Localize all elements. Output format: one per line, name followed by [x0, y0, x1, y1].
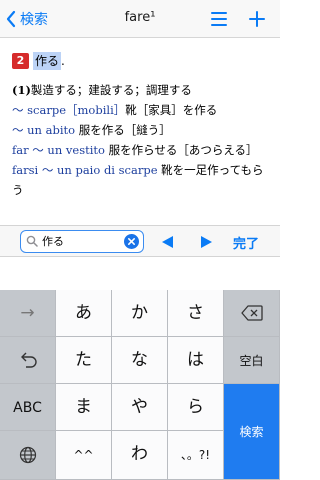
- globe-icon: [19, 446, 36, 464]
- key-ya[interactable]: や: [112, 384, 168, 431]
- arrow-right-icon: →: [20, 303, 35, 323]
- key-backspace[interactable]: [224, 290, 280, 337]
- key-sa[interactable]: さ: [168, 290, 224, 337]
- key-ma[interactable]: ま: [56, 384, 112, 431]
- key-dakuten[interactable]: ^^: [56, 431, 112, 480]
- italian-phrase: far 〜 un vestito: [12, 143, 109, 157]
- key-space[interactable]: 空白: [224, 337, 280, 384]
- key-a[interactable]: あ: [56, 290, 112, 337]
- sense-subnumber: (1): [12, 83, 31, 97]
- hamburger-menu-icon[interactable]: [211, 12, 227, 26]
- key-ra[interactable]: ら: [168, 384, 224, 431]
- abc-label: ABC: [13, 400, 42, 416]
- italian-phrase: 〜 scarpe［mobili］: [12, 103, 126, 117]
- japanese-gloss: 製造する；建設する；調理する: [30, 83, 192, 97]
- navigation-bar: 検索 fare¹: [0, 0, 280, 38]
- clear-icon[interactable]: [124, 234, 139, 249]
- entry-line: 〜 un abito 服を作る［縫う］: [12, 120, 272, 140]
- key-next-candidate[interactable]: →: [0, 290, 56, 337]
- japanese-gloss: 服を作らせる［あつらえる］: [108, 143, 258, 157]
- key-ka[interactable]: か: [112, 290, 168, 337]
- key-ta[interactable]: た: [56, 337, 112, 384]
- sense-heading: 2 作る .: [12, 50, 272, 72]
- key-abc[interactable]: ABC: [0, 384, 56, 431]
- search-icon: [26, 235, 38, 247]
- dakuten-label: ^^: [73, 448, 94, 462]
- key-undo[interactable]: [0, 337, 56, 384]
- italian-phrase: 〜 un abito: [12, 123, 79, 137]
- next-result-icon[interactable]: [200, 234, 214, 248]
- japanese-gloss: 服を作る［縫う］: [78, 123, 171, 137]
- key-globe[interactable]: [0, 431, 56, 480]
- punctuation-label: 、。?!: [180, 448, 211, 462]
- sense-dot: .: [61, 54, 65, 68]
- search-field[interactable]: [20, 230, 144, 253]
- previous-result-icon[interactable]: [160, 234, 174, 248]
- key-punctuation[interactable]: 、。?!: [168, 431, 224, 480]
- entry-line: 〜 scarpe［mobili］靴［家具］を作る: [12, 100, 272, 120]
- italian-phrase: farsi 〜 un paio di scarpe: [12, 163, 162, 177]
- plus-icon[interactable]: [248, 10, 266, 28]
- search-toolbar: 完了: [0, 225, 280, 257]
- japanese-gloss: 靴［家具］を作る: [125, 103, 218, 117]
- sense-number-badge: 2: [12, 53, 29, 69]
- entry-line: farsi 〜 un paio di scarpe 靴を一足作ってもらう: [12, 160, 272, 200]
- key-na[interactable]: な: [112, 337, 168, 384]
- done-button[interactable]: 完了: [233, 233, 259, 252]
- backspace-icon: [240, 305, 263, 321]
- entry-line: far 〜 un vestito 服を作らせる［あつらえる］: [12, 140, 272, 160]
- keyboard: → あ か さ た な は 空白 ABC ま や ら 検索 ^^ わ 、。?!: [0, 290, 280, 480]
- search-key-label: 検索: [239, 425, 264, 439]
- key-search[interactable]: 検索: [224, 384, 280, 480]
- entry-lines: (1)製造する；建設する；調理する〜 scarpe［mobili］靴［家具］を作…: [12, 80, 272, 200]
- entry-content: 2 作る . (1)製造する；建設する；調理する〜 scarpe［mobili］…: [0, 50, 280, 200]
- key-ha[interactable]: は: [168, 337, 224, 384]
- sense-word: 作る: [33, 52, 62, 70]
- search-input[interactable]: [42, 232, 114, 250]
- undo-icon: [20, 352, 37, 368]
- space-label: 空白: [239, 354, 264, 368]
- key-wa[interactable]: わ: [112, 431, 168, 480]
- entry-line: (1)製造する；建設する；調理する: [12, 80, 272, 100]
- page-title: fare¹: [124, 10, 156, 25]
